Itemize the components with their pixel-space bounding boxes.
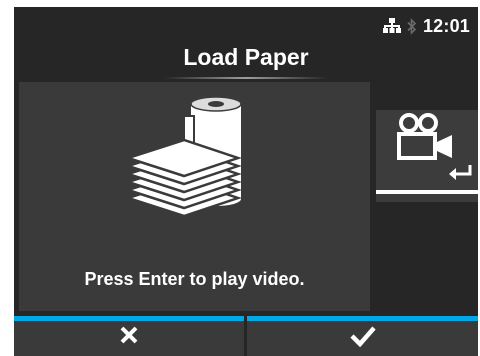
network-icon [382, 18, 401, 33]
clock-time: 12:01 [422, 15, 470, 36]
printer-display: 12:01 Load Paper Press Enter to play vid… [14, 7, 478, 356]
status-bar: 12:01 [14, 7, 478, 43]
close-icon [120, 326, 138, 344]
confirm-button[interactable] [247, 316, 478, 356]
page-title: Load Paper [183, 44, 309, 70]
bottom-action-bar [14, 316, 478, 356]
paper-roll-and-stack-icon [128, 96, 242, 218]
video-preview-panel[interactable]: Press Enter to play video. [19, 82, 370, 311]
play-video-hint: Press Enter to play video. [84, 269, 305, 289]
title-underline [164, 77, 328, 79]
cancel-button[interactable] [14, 316, 244, 356]
cancel-accent-bar [14, 316, 244, 321]
status-icons: 12:01 [382, 15, 470, 36]
video-camera-icon [397, 113, 452, 160]
checkmark-icon [349, 326, 376, 348]
bluetooth-icon [407, 17, 417, 35]
confirm-accent-bar [247, 316, 478, 321]
selection-underline [376, 190, 478, 194]
play-video-button[interactable] [376, 110, 478, 202]
enter-icon [449, 165, 472, 180]
